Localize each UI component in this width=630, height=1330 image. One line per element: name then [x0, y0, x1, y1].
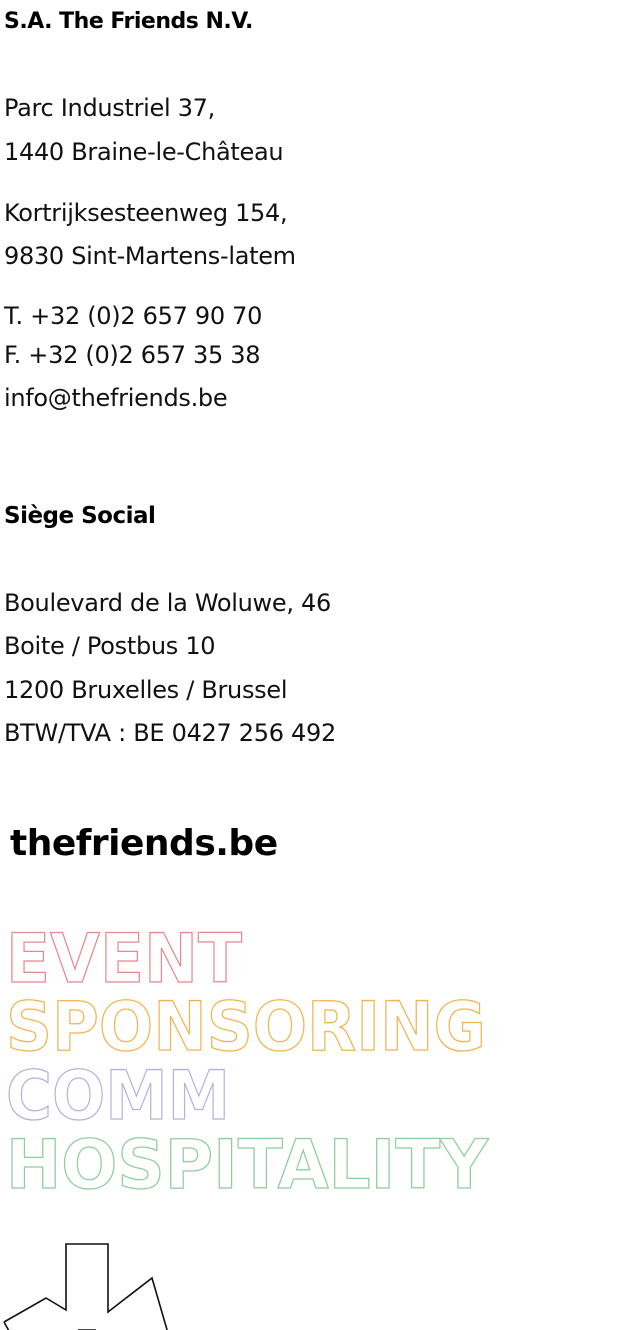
service-sponsoring[interactable]: SPONSORING	[5, 987, 486, 1067]
service-hospitality[interactable]: HOSPITALITY	[5, 1125, 489, 1204]
phone-number: T. +32 (0)2 657 90 70	[4, 302, 263, 330]
braine-address-line-2: 1440 Braine-le-Château	[4, 138, 284, 166]
thefriends-logo-link[interactable]: thefriends.be	[10, 820, 278, 868]
fax-number: F. +32 (0)2 657 35 38	[4, 341, 261, 369]
braine-address-line-1: Parc Industriel 37,	[4, 94, 215, 122]
services-outline-text: EVENT SPONSORING COMM HOSPITALITY	[5, 924, 489, 1204]
siege-social-title: Siège Social	[4, 503, 156, 529]
asterisk-star-icon	[3, 1243, 168, 1330]
email-line: info@thefriends.be	[4, 382, 228, 414]
sint-martens-address-line-1: Kortrijksesteenweg 154,	[4, 199, 288, 227]
company-name: S.A. The Friends N.V.	[4, 9, 253, 34]
siege-address-line-1: Boulevard de la Woluwe, 46	[4, 589, 331, 617]
service-comm[interactable]: COMM	[5, 1056, 230, 1136]
services-list: EVENT SPONSORING COMM HOSPITALITY	[0, 924, 630, 1204]
email-link[interactable]: info@thefriends.be	[4, 384, 228, 412]
siege-address-line-3: 1200 Bruxelles / Brussel	[4, 676, 288, 704]
siege-address-line-2: Boite / Postbus 10	[4, 632, 216, 660]
vat-number: BTW/TVA : BE 0427 256 492	[4, 719, 336, 747]
sint-martens-address-line-2: 9830 Sint-Martens-latem	[4, 242, 296, 270]
